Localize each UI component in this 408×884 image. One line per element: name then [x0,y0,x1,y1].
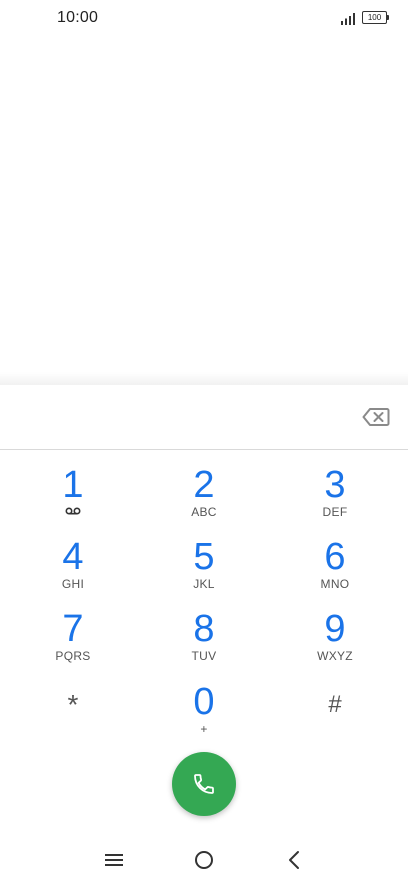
dialpad-key-6[interactable]: 6 MNO [275,537,395,603]
key-letters: ABC [191,505,217,519]
dialpad-key-4[interactable]: 4 GHI [13,537,133,603]
key-letters: TUV [191,649,217,663]
navigation-bar [0,836,408,884]
key-digit: 3 [324,464,346,506]
key-digit: * [67,689,79,720]
call-button[interactable] [172,752,236,816]
back-chevron-icon [289,851,299,869]
key-letters: GHI [61,577,85,591]
signal-bars-icon [341,13,355,25]
battery-level: 100 [364,13,385,22]
back-button[interactable] [276,842,312,878]
key-letters: JKL [193,577,215,591]
dialpad-key-3[interactable]: 3 DEF [275,465,395,531]
key-letters: DEF [322,505,348,519]
sheet-shadow [0,372,408,386]
key-digit: 6 [324,536,346,578]
dialpad-key-8[interactable]: 8 TUV [144,609,264,675]
key-letters: + [200,722,208,736]
home-button[interactable] [186,842,222,878]
dialpad-key-2[interactable]: 2 ABC [144,465,264,531]
key-letters: MNO [320,577,350,591]
key-digit: 5 [193,536,215,578]
status-time: 10:00 [57,9,99,26]
key-digit: 4 [62,536,84,578]
recent-apps-button[interactable] [96,842,132,878]
phone-screen: 10:00 100 1 2 ABC 3 DEF 4 GHI 5 JKL 6 MN… [0,0,408,884]
voicemail-icon [65,507,81,515]
dialpad-key-star[interactable]: * [13,685,133,751]
phone-icon [194,774,214,794]
status-bar: 10:00 100 [0,0,408,38]
key-digit: 8 [193,608,215,650]
dialpad-key-hash[interactable]: # [275,685,395,751]
key-letters: PQRS [55,649,91,663]
dialpad-key-7[interactable]: 7 PQRS [13,609,133,675]
key-digit: 0 [193,681,215,723]
key-digit: 2 [193,464,215,506]
battery-icon: 100 [362,11,389,24]
dialpad-key-9[interactable]: 9 WXYZ [275,609,395,675]
dialpad-key-5[interactable]: 5 JKL [144,537,264,603]
dialpad-key-0[interactable]: 0 + [144,682,264,748]
backspace-icon [362,408,390,426]
key-digit: 1 [62,464,84,506]
menu-icon [105,854,123,866]
key-letters: WXYZ [317,649,353,663]
key-digit: # [328,691,342,718]
dialed-number-field[interactable] [0,385,408,450]
dialpad-key-1[interactable]: 1 [13,465,133,531]
home-circle-icon [195,851,213,869]
key-digit: 9 [324,608,346,650]
key-digit: 7 [62,608,84,650]
backspace-button[interactable] [362,407,390,427]
